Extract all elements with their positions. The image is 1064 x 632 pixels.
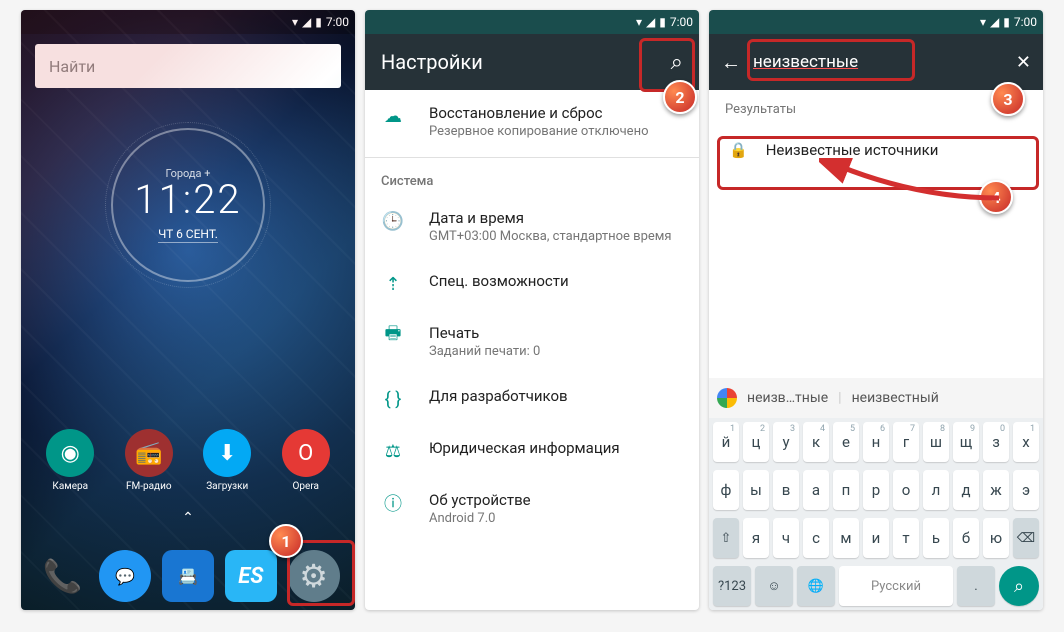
dock: 📞 💬 📇 ES ⚙ — [21, 550, 355, 602]
key[interactable]: э — [1013, 470, 1039, 510]
section-system: Система — [365, 162, 699, 195]
status-bar: ▾ ◢ ▮ 7:00 — [365, 10, 699, 34]
key[interactable]: ц2 — [743, 422, 769, 462]
clock-time: 11:22 — [113, 176, 263, 223]
es-icon[interactable]: ES — [225, 550, 277, 602]
battery-icon: ▮ — [1003, 15, 1010, 29]
badge-4: 4 — [979, 180, 1013, 214]
settings-item[interactable]: ⓘОб устройствеAndroid 7.0 — [365, 477, 699, 540]
key[interactable]: ф — [713, 470, 739, 510]
lang-key[interactable]: 🌐 — [797, 566, 835, 606]
search-query[interactable]: неизвестные — [753, 52, 1004, 72]
badge-3: 3 — [991, 82, 1025, 116]
settings-item[interactable]: 🖶ПечатьЗаданий печати: 0 — [365, 310, 699, 373]
badge-2: 2 — [663, 80, 697, 114]
key[interactable]: о — [893, 470, 919, 510]
phone-search: ▾ ◢ ▮ 7:00 ← неизвестные ✕ Результаты 🔒 … — [709, 10, 1043, 610]
key[interactable]: т — [893, 518, 919, 558]
key[interactable]: ы — [743, 470, 769, 510]
key[interactable]: и — [863, 518, 889, 558]
backspace-key[interactable]: ⌫ — [1013, 518, 1039, 558]
key[interactable]: з0 — [983, 422, 1009, 462]
key[interactable]: е5 — [833, 422, 859, 462]
app-drawer-handle[interactable]: ⌃ — [182, 510, 194, 526]
key[interactable]: ь — [923, 518, 949, 558]
key[interactable]: ю — [983, 518, 1009, 558]
key[interactable]: я — [743, 518, 769, 558]
key[interactable]: п — [833, 470, 859, 510]
phone-home: ▾ ◢ ▮ 7:00 Найти Города + 11:22 ЧТ 6 СЕН… — [21, 10, 355, 610]
app-Камера[interactable]: ◉Камера — [35, 429, 105, 492]
status-time: 7:00 — [1014, 15, 1037, 29]
key[interactable]: й1 — [713, 422, 739, 462]
app-Opera[interactable]: OOpera — [271, 429, 341, 492]
app-bar: Настройки ⌕ — [365, 34, 699, 90]
search-icon[interactable]: ⌕ — [671, 50, 683, 75]
app-FM-радио[interactable]: 📻FM-радио — [114, 429, 184, 492]
clock-widget[interactable]: Города + 11:22 ЧТ 6 СЕНТ. — [21, 128, 355, 282]
key[interactable]: н6 — [863, 422, 889, 462]
key[interactable]: щ9 — [953, 422, 979, 462]
key[interactable]: к4 — [803, 422, 829, 462]
emoji-key[interactable]: ☺ — [755, 566, 793, 606]
phone-settings: ▾ ◢ ▮ 7:00 Настройки ⌕ ☁ Восстановление … — [365, 10, 699, 610]
wifi-icon: ▾ — [636, 15, 642, 29]
key[interactable]: ч — [773, 518, 799, 558]
key[interactable]: в — [773, 470, 799, 510]
period-key[interactable]: . — [957, 566, 995, 606]
settings-list[interactable]: ☁ Восстановление и сбросРезервное копиро… — [365, 90, 699, 610]
key[interactable]: г7 — [893, 422, 919, 462]
key[interactable]: л — [923, 470, 949, 510]
battery-icon: ▮ — [659, 15, 666, 29]
settings-title: Настройки — [381, 50, 483, 74]
key[interactable]: б — [953, 518, 979, 558]
key[interactable]: р — [863, 470, 889, 510]
key[interactable]: с — [803, 518, 829, 558]
key[interactable]: у3 — [773, 422, 799, 462]
result-label: Неизвестные источники — [766, 141, 939, 159]
key[interactable]: ж — [983, 470, 1009, 510]
settings-item[interactable]: ⚖Юридическая информация — [365, 425, 699, 477]
status-time: 7:00 — [670, 15, 693, 29]
search-key[interactable]: ⌕ — [999, 566, 1039, 606]
cloud-icon: ☁ — [381, 104, 405, 128]
suggestion-1[interactable]: неизв…тные — [747, 390, 828, 406]
results-label: Результаты — [725, 102, 1027, 117]
app-Загрузки[interactable]: ⬇Загрузки — [192, 429, 262, 492]
clock-city: Города + — [113, 167, 263, 180]
signal-icon: ◢ — [990, 15, 999, 29]
lock-icon: 🔒 — [729, 141, 748, 159]
numeric-key[interactable]: ?123 — [713, 566, 751, 606]
signal-icon: ◢ — [646, 15, 655, 29]
clear-icon[interactable]: ✕ — [1016, 52, 1031, 73]
app-row: ◉Камера📻FM-радио⬇ЗагрузкиOOpera — [21, 429, 355, 492]
settings-icon[interactable]: ⚙ — [288, 550, 340, 602]
settings-item[interactable]: { }Для разработчиков — [365, 373, 699, 425]
suggestion-2[interactable]: неизвестный — [852, 390, 939, 406]
space-key[interactable]: Русский — [839, 566, 953, 606]
settings-item[interactable]: ⇡Спец. возможности — [365, 258, 699, 310]
key[interactable]: х1 — [1013, 422, 1039, 462]
phone-icon[interactable]: 📞 — [36, 550, 88, 602]
status-bar: ▾ ◢ ▮ 7:00 — [709, 10, 1043, 34]
wifi-icon: ▾ — [980, 15, 986, 29]
key[interactable]: м — [833, 518, 859, 558]
google-icon[interactable] — [717, 388, 737, 408]
key[interactable]: ш8 — [923, 422, 949, 462]
shift-key[interactable]: ⇧ — [713, 518, 739, 558]
contacts-icon[interactable]: 📇 — [162, 550, 214, 602]
keyboard: неизв…тные | неизвестный й1ц2у3к4е5н6г7ш… — [709, 378, 1043, 610]
search-bar: ← неизвестные ✕ — [709, 34, 1043, 90]
clock-date: ЧТ 6 СЕНТ. — [158, 227, 218, 243]
settings-item-backup[interactable]: ☁ Восстановление и сбросРезервное копиро… — [365, 90, 699, 153]
divider — [365, 157, 699, 158]
messages-icon[interactable]: 💬 — [99, 550, 151, 602]
key[interactable]: а — [803, 470, 829, 510]
result-unknown-sources[interactable]: 🔒 Неизвестные источники — [725, 127, 1027, 173]
key[interactable]: д — [953, 470, 979, 510]
suggestion-bar: неизв…тные | неизвестный — [709, 378, 1043, 418]
back-icon[interactable]: ← — [721, 50, 741, 75]
badge-1: 1 — [269, 524, 303, 558]
settings-item[interactable]: 🕒Дата и времяGMT+03:00 Москва, стандартн… — [365, 195, 699, 258]
